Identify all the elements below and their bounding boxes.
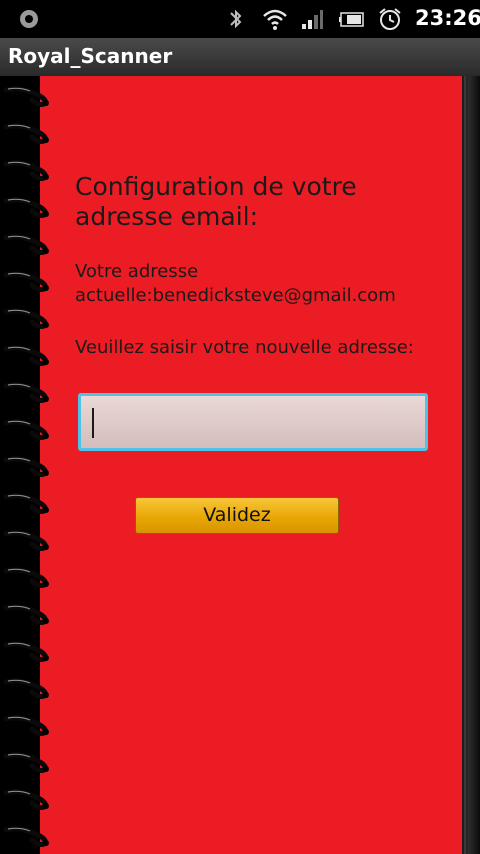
spiral-ring-icon [3,419,49,440]
bluetooth-icon [230,9,242,29]
spiral-ring-icon [3,456,49,477]
spiral-ring-icon [3,567,49,588]
spiral-ring-icon [3,826,49,847]
alarm-icon [379,8,401,30]
spiral-ring-icon [3,234,49,255]
spiral-ring-icon [3,197,49,218]
battery-icon [339,12,364,27]
app-title: Royal_Scanner [8,44,173,68]
spiral-ring-icon [3,641,49,662]
spiral-ring-icon [3,789,49,810]
status-bar: 23:26 [0,0,480,38]
validate-button[interactable]: Validez [135,497,339,534]
spiral-ring-icon [3,160,49,181]
spiral-ring-icon [3,493,49,514]
spiral-ring-icon [3,308,49,329]
notebook-edge [462,76,480,854]
notebook-background: Configuration de votre adresse email: Vo… [0,76,480,854]
page-heading: Configuration de votre adresse email: [75,172,357,231]
new-email-prompt: Veuillez saisir votre nouvelle adresse: [75,337,414,358]
spiral-ring-icon [3,715,49,736]
status-time: 23:26 [415,6,480,30]
spiral-ring-icon [3,123,49,144]
notification-icon [20,10,38,28]
spiral-ring-icon [3,345,49,366]
spiral-ring-icon [3,382,49,403]
current-email-label: Votre adresse actuelle:benedicksteve@gma… [75,261,396,306]
spiral-ring-icon [3,86,49,107]
app-title-bar: Royal_Scanner [0,38,480,77]
spiral-ring-icon [3,604,49,625]
wifi-icon [263,9,287,30]
new-email-input[interactable] [78,393,428,451]
signal-icon [302,10,323,29]
spiral-ring-icon [3,678,49,699]
spiral-ring-icon [3,530,49,551]
text-caret [92,408,94,438]
spiral-ring-icon [3,752,49,773]
spiral-ring-icon [3,271,49,292]
